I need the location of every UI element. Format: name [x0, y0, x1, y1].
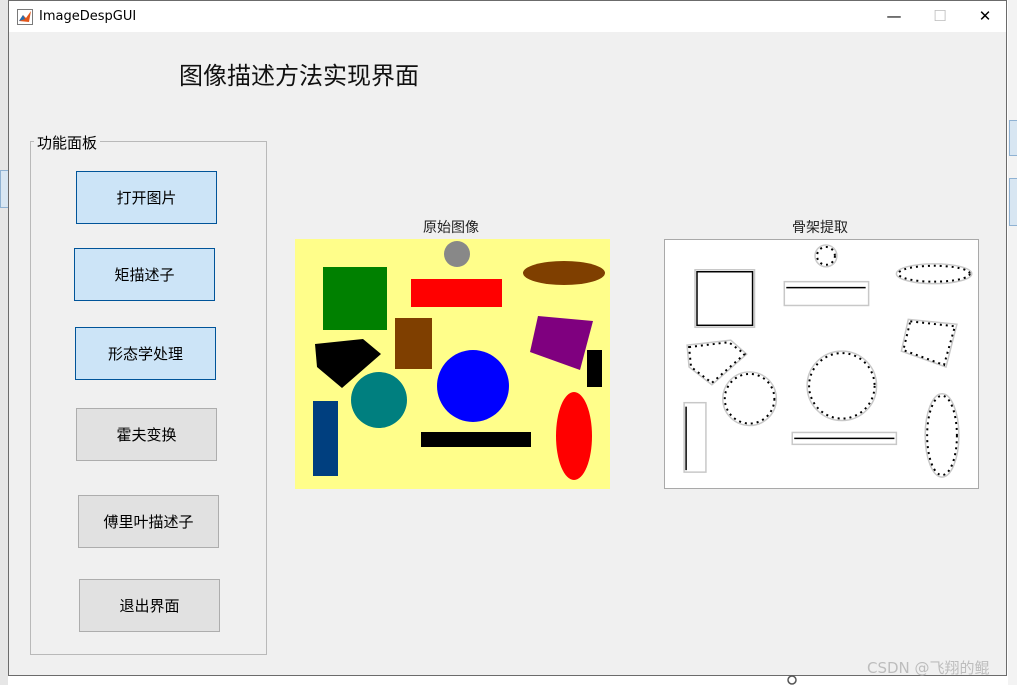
open-image-button[interactable]: 打开图片 [76, 171, 217, 224]
original-image [295, 239, 610, 489]
cursor-icon [787, 675, 797, 685]
close-button[interactable]: ✕ [962, 1, 1008, 31]
background-app-block [1009, 120, 1017, 156]
skeleton-image-label: 骨架提取 [792, 220, 848, 236]
panel-title: 功能面板 [34, 132, 101, 153]
hough-transform-button[interactable]: 霍夫变换 [76, 408, 217, 461]
background-app-block [1009, 178, 1017, 226]
window-title: ImageDespGUI [39, 9, 137, 24]
original-image-label: 原始图像 [423, 220, 479, 236]
exit-button[interactable]: 退出界面 [79, 579, 220, 632]
skeleton-image [664, 239, 979, 489]
watermark: CSDN @飞翔的鲲 [867, 659, 990, 677]
moment-descriptor-button[interactable]: 矩描述子 [74, 248, 215, 301]
maximize-button[interactable]: ☐ [917, 1, 963, 31]
matlab-icon [17, 9, 33, 25]
minimize-button[interactable]: — [871, 1, 917, 31]
fourier-descriptor-button[interactable]: 傅里叶描述子 [78, 495, 219, 548]
morphology-button[interactable]: 形态学处理 [75, 327, 216, 380]
title-bar: ImageDespGUI — ☐ ✕ [9, 1, 1006, 32]
app-window: ImageDespGUI — ☐ ✕ 图像描述方法实现界面 功能面板 打开图片 … [8, 0, 1007, 677]
background-app-right [1008, 0, 1017, 685]
background-app-left [0, 0, 8, 685]
page-title: 图像描述方法实现界面 [179, 62, 419, 90]
